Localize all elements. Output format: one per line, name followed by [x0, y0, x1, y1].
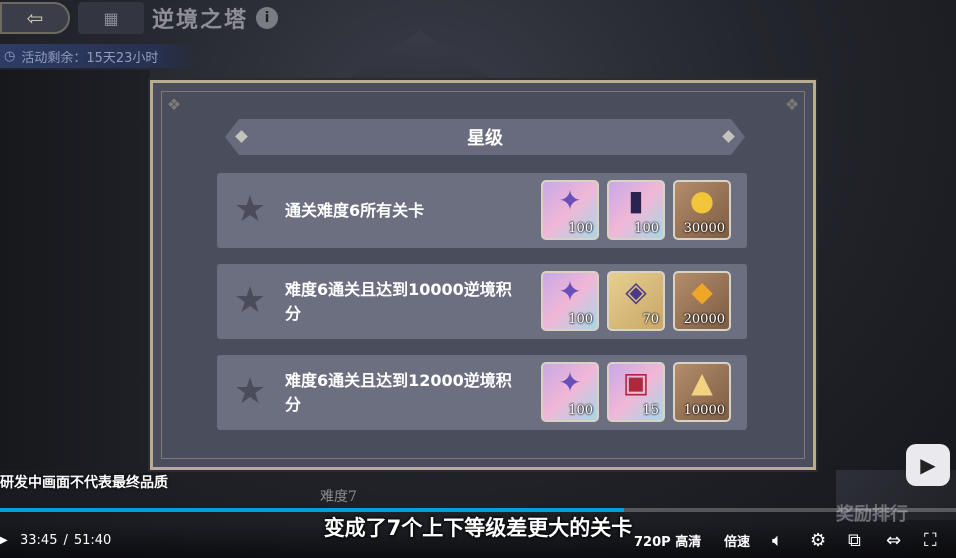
star-icon: ★	[233, 371, 267, 412]
corner-ornament-icon: ❖	[166, 94, 182, 114]
corner-ornament-icon: ❖	[784, 94, 800, 114]
pip-icon: ⧉	[848, 529, 861, 551]
timer-label: 活动剩余：15天23小时	[21, 50, 159, 66]
time-display: 33:45 / 51:40	[20, 527, 111, 553]
gold-pile-icon: ▲	[691, 366, 713, 399]
reward-qty: 30000	[683, 221, 725, 236]
back-button[interactable]: ⇦	[0, 2, 70, 34]
difficulty-tab[interactable]: 难度7	[235, 478, 415, 508]
reward-item[interactable]: ▲ 10000	[673, 362, 731, 422]
condition-text: 通关难度6所有关卡	[285, 200, 425, 220]
star-condition-row: ★ 通关难度6所有关卡 ✦ 100 ▮ 100 ● 30000	[217, 173, 747, 248]
modal-header: 星级	[225, 119, 745, 155]
header-diamond-icon	[722, 130, 735, 143]
play-icon: ▶	[0, 534, 8, 546]
gear-icon: ⚙	[810, 529, 827, 551]
reward-qty: 100	[568, 403, 593, 418]
reward-qty: 100	[568, 221, 593, 236]
reward-list: ✦ 100 ▣ 15 ▲ 10000	[541, 362, 731, 422]
gold-coin-icon: ●	[689, 184, 715, 217]
reward-qty: 100	[568, 312, 593, 327]
fullscreen-icon: ⛶	[924, 529, 937, 551]
star-crystal-icon: ✦	[558, 184, 582, 217]
star-condition-row: ★ 难度6通关且达到12000逆境积分 ✦ 100 ▣ 15 ▲ 10000	[217, 355, 747, 430]
reward-list: ✦ 100 ◈ 70 ◆ 20000	[541, 271, 731, 331]
difficulty-label: 难度7	[320, 489, 357, 505]
reward-item[interactable]: ▣ 15	[607, 362, 665, 422]
gold-ore-icon: ◆	[691, 275, 713, 308]
arrow-left-icon: ⇦	[26, 6, 44, 30]
quality-button[interactable]: 720P 高清	[634, 527, 701, 553]
header-diamond-icon	[235, 130, 248, 143]
home-button[interactable]: ▦	[78, 2, 144, 34]
volume-button[interactable]: 🔈︎	[772, 527, 783, 553]
picture-in-picture-button[interactable]: ⧉	[848, 527, 861, 553]
game-title: 逆境之塔	[152, 7, 249, 33]
tv-mascot-icon[interactable]: ▶	[906, 444, 950, 486]
reward-qty: 15	[642, 403, 659, 418]
star-icon: ★	[233, 189, 267, 230]
time-separator: /	[63, 532, 68, 548]
settings-button[interactable]: ⚙	[810, 527, 826, 553]
star-condition-row: ★ 难度6通关且达到10000逆境积分 ✦ 100 ◈ 70 ◆ 20000	[217, 264, 747, 339]
reward-item[interactable]: ● 30000	[673, 180, 731, 240]
reward-item[interactable]: ✦ 100	[541, 362, 599, 422]
star-crystal-icon: ✦	[558, 366, 582, 399]
star-crystal-icon: ✦	[558, 275, 582, 308]
reward-list: ✦ 100 ▮ 100 ● 30000	[541, 180, 731, 240]
reward-item[interactable]: ✦ 100	[541, 271, 599, 331]
duration: 51:40	[73, 532, 112, 548]
info-icon[interactable]: i	[256, 7, 279, 29]
speed-label: 倍速	[724, 534, 751, 550]
game-top-bar: ⇦ ▦ 逆境之塔 i	[0, 0, 279, 36]
reward-item[interactable]: ✦ 100	[541, 180, 599, 240]
speed-button[interactable]: 倍速	[724, 527, 750, 553]
volume-icon: 🔈︎	[772, 529, 783, 551]
widescreen-icon: ⇔	[886, 529, 902, 551]
condition-text: 难度6通关且达到12000逆境积分	[285, 370, 512, 414]
reward-qty: 70	[642, 312, 659, 327]
reward-item[interactable]: ◈ 70	[607, 271, 665, 331]
treasure-chest-icon: ▣	[622, 366, 650, 399]
widescreen-button[interactable]: ⇔	[886, 527, 901, 553]
clock-icon: ◷	[4, 48, 16, 64]
modal-title: 星级	[467, 128, 503, 149]
grid-icon: ▦	[103, 8, 119, 28]
quality-label: 720P 高清	[634, 534, 702, 550]
reward-item[interactable]: ◆ 20000	[673, 271, 731, 331]
reward-qty: 100	[634, 221, 659, 236]
current-time: 33:45	[20, 532, 58, 548]
reward-qty: 20000	[683, 312, 725, 327]
reward-qty: 10000	[683, 403, 725, 418]
rune-gem-icon: ◈	[625, 275, 647, 308]
card-icon: ▮	[628, 184, 644, 217]
disclaimer-text: 研发中画面不代表最终品质	[0, 475, 168, 491]
star-rating-modal: ❖ ❖ 星级 ★ 通关难度6所有关卡 ✦ 100 ▮ 100 ● 30000 ★…	[150, 80, 816, 470]
condition-text: 难度6通关且达到10000逆境积分	[285, 279, 512, 323]
event-timer: ◷ 活动剩余：15天23小时	[0, 44, 198, 68]
play-button[interactable]: ▶	[0, 527, 8, 553]
star-icon: ★	[233, 280, 267, 321]
reward-item[interactable]: ▮ 100	[607, 180, 665, 240]
left-shade	[0, 70, 150, 470]
fullscreen-button[interactable]: ⛶	[924, 527, 937, 553]
